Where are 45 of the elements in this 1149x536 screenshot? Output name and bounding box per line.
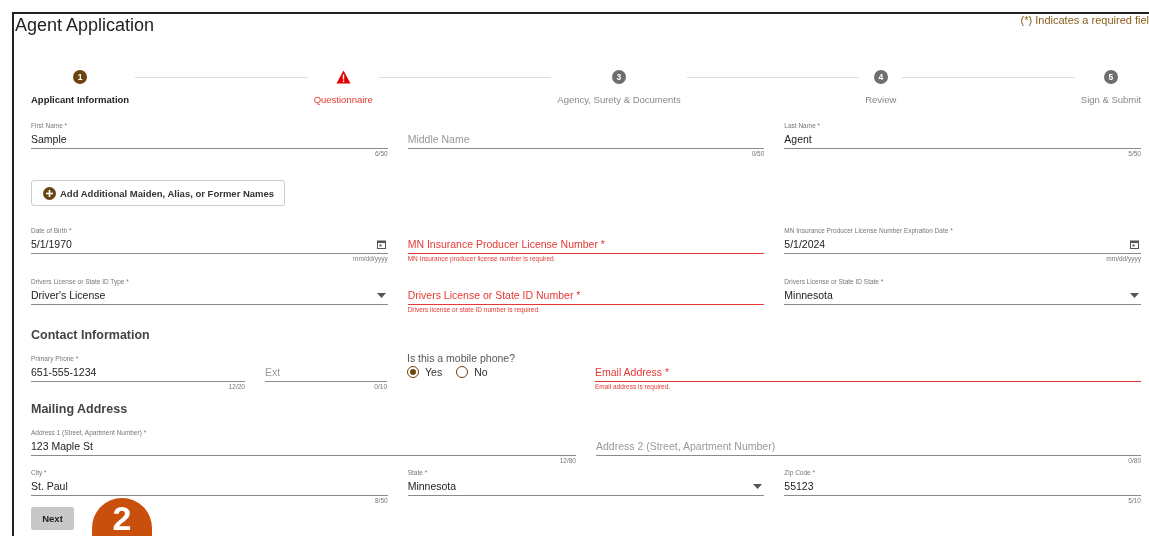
field-label: MN Insurance Producer License Number * xyxy=(407,238,605,250)
field-value: Minnesota xyxy=(407,480,457,492)
field-value: 55123 xyxy=(784,480,814,492)
text-field[interactable]: Drivers License or State ID Number * xyxy=(407,277,765,305)
step-label[interactable]: Questionnaire xyxy=(313,94,373,105)
field-value: 651-555-1234 xyxy=(31,366,97,378)
next-button[interactable]: Next xyxy=(31,507,74,530)
caret-icon xyxy=(1130,292,1139,298)
text-field[interactable]: Email Address * xyxy=(595,354,1141,382)
add-names-button[interactable]: Add Additional Maiden, Alias, or Former Names xyxy=(31,180,286,206)
caret-icon xyxy=(376,292,386,298)
step-number: 1 xyxy=(73,70,88,84)
callout-number: 2 xyxy=(92,498,152,536)
field-placeholder: Ext xyxy=(265,366,281,378)
calendar-icon[interactable] xyxy=(376,239,386,249)
field-placeholder: Middle Name xyxy=(407,133,470,145)
section-heading: Contact Information xyxy=(31,328,151,342)
required-field-note: (*) Indicates a required fiel xyxy=(1020,14,1149,27)
radio-option[interactable]: Yes xyxy=(407,366,443,378)
page-title: Agent Application xyxy=(14,15,155,35)
field-label: Drivers License or State ID Number * xyxy=(407,289,581,301)
field-placeholder: Address 2 (Street, Apartment Number) xyxy=(596,440,776,452)
step-label[interactable]: Review xyxy=(865,94,897,105)
step-label[interactable]: Sign & Submit xyxy=(1080,94,1141,105)
step-number: 4 xyxy=(873,70,888,84)
field-value: Minnesota xyxy=(784,289,833,301)
field-value: St. Paul xyxy=(31,480,68,492)
field-value: Agent xyxy=(784,133,812,145)
step-number: 5 xyxy=(1103,70,1118,84)
caret-icon xyxy=(753,483,763,489)
plus-icon xyxy=(43,186,56,200)
field-value: 123 Maple St xyxy=(31,440,93,452)
field-value: 5/1/2024 xyxy=(784,238,826,250)
calendar-icon[interactable] xyxy=(1130,239,1139,249)
field-value: 5/1/1970 xyxy=(31,238,72,250)
radio-option[interactable]: No xyxy=(456,366,488,378)
field-value: Sample xyxy=(31,133,67,145)
text-field[interactable]: MN Insurance Producer License Number * xyxy=(407,226,765,254)
field-label: Email Address * xyxy=(595,366,670,378)
section-heading: Mailing Address xyxy=(31,402,129,416)
step-number: 3 xyxy=(612,70,626,84)
field-value: Driver's License xyxy=(31,289,106,301)
step-label[interactable]: Agency, Surety & Documents xyxy=(557,94,681,105)
question-label: Is this a mobile phone? xyxy=(407,352,516,364)
step-label[interactable]: Applicant Information xyxy=(31,94,130,105)
